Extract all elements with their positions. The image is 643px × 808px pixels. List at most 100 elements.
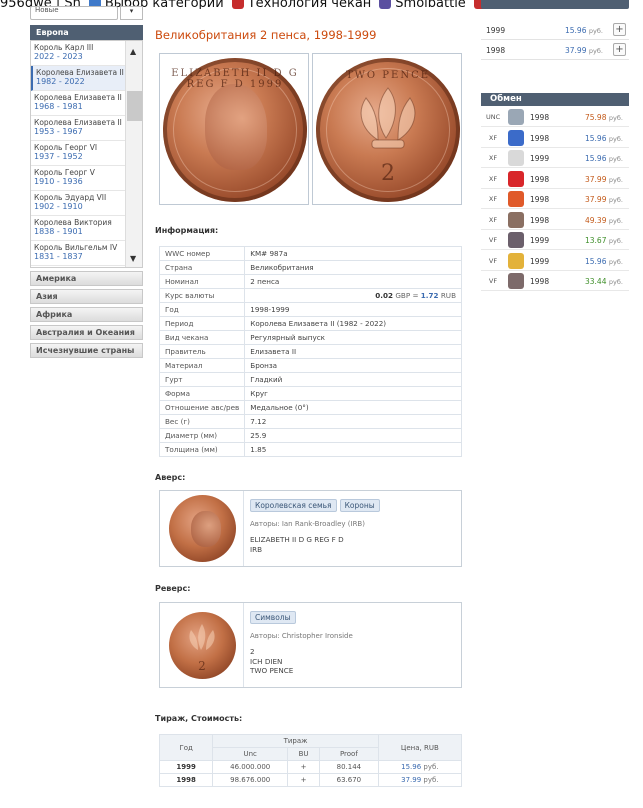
mint-price[interactable]: 37.99 руб. [377, 773, 463, 787]
period-years: 1953 - 1967 [34, 127, 83, 136]
exchange-row[interactable]: UNC 1998 75.98 руб. [481, 107, 629, 127]
period-years: 1902 - 1910 [34, 202, 83, 211]
exchange-price: 33.44 руб. [585, 277, 623, 286]
mint-price[interactable]: 15.96 руб. [377, 760, 463, 774]
exchange-row[interactable]: VF 1999 13.67 руб. [481, 230, 629, 250]
period-list-scrollbar[interactable]: ▲ ▼ [125, 41, 142, 267]
period-item[interactable]: Король Вильгельм IV 1831 - 1837 [31, 241, 125, 266]
reverse-label: Реверс: [155, 584, 191, 593]
region-item[interactable]: Исчезнувшие страны [30, 343, 143, 358]
user-avatar[interactable] [508, 232, 524, 248]
mint-year[interactable]: 1999 [158, 760, 214, 774]
user-avatar[interactable] [508, 170, 524, 187]
info-value: Елизавета II [244, 344, 462, 359]
sort-select[interactable]: Новые [30, 6, 118, 20]
bookmark-2[interactable]: Технология чекан [231, 0, 372, 9]
tag-link[interactable]: Символы [250, 611, 296, 624]
user-avatar[interactable] [508, 273, 524, 289]
user-avatar[interactable] [508, 252, 524, 269]
info-key: Правитель [158, 344, 246, 359]
price-value: 37.99 руб. [565, 46, 603, 55]
sort-select-arrow[interactable]: ▾ [120, 6, 143, 20]
region-europe[interactable]: Европа [30, 25, 143, 40]
exchange-price: 15.96 руб. [585, 256, 623, 266]
period-item[interactable]: Король Эдуард VII 1902 - 1910 [31, 191, 125, 216]
period-item[interactable]: Король Георг VI 1937 - 1952 [31, 141, 125, 166]
period-item[interactable]: Королева Елизавета II 1953 - 1967 [31, 116, 125, 141]
period-years: 1982 - 2022 [36, 77, 85, 86]
bookmark-3[interactable]: Smolbattle [379, 0, 466, 9]
exchange-year: 1999 [530, 236, 550, 245]
period-item[interactable]: Королева Виктория 1838 - 1901 [31, 216, 125, 241]
info-row: WWC номер KM# 987a [158, 246, 462, 261]
period-ruler: Королева Елизавета II [34, 118, 122, 127]
period-years: 1831 - 1837 [34, 252, 83, 261]
exchange-year: 1999 [530, 154, 550, 163]
exchange-year: 1998 [530, 113, 550, 122]
bookmark-label: Технология чекан [247, 0, 372, 9]
info-key: Форма [158, 386, 246, 401]
period-years: 1937 - 1952 [34, 152, 83, 161]
period-item[interactable]: Королева Елизавета II 1968 - 1981 [31, 91, 125, 116]
region-item[interactable]: Америка [30, 271, 143, 286]
mint-year[interactable]: 1998 [158, 773, 214, 787]
info-row: Диаметр (мм) 25.9 [158, 428, 462, 443]
price-year: 1998 [486, 46, 506, 55]
period-ruler: Король Вильгельм IV [34, 243, 118, 252]
info-key: Вес (г) [158, 414, 246, 429]
exchange-row[interactable]: XF 1998 49.39 руб. [481, 210, 629, 230]
coin-obverse-image: ELIZABETH II D G REG F D 1999 [163, 58, 307, 202]
info-key: Страна [158, 260, 246, 275]
tag-link[interactable]: Короны [339, 499, 380, 512]
exchange-row[interactable]: XF 1998 15.96 руб. [481, 128, 629, 148]
period-item[interactable]: Король Георг V 1910 - 1936 [31, 166, 125, 191]
svg-text:2: 2 [381, 161, 395, 186]
col-year: Год [158, 734, 214, 761]
reverse-thumb[interactable]: 2 [169, 612, 236, 679]
grade-badge: XF [488, 215, 498, 224]
exchange-row[interactable]: XF 1999 15.96 руб. [481, 148, 629, 168]
scroll-up-icon[interactable]: ▲ [130, 47, 136, 56]
exchange-row[interactable]: XF 1998 37.99 руб. [481, 169, 629, 189]
grade-badge: XF [488, 195, 498, 203]
info-key: Отношение авс/рев [158, 400, 246, 415]
exchange-row[interactable]: XF 1998 37.99 руб. [481, 189, 629, 209]
exchange-row[interactable]: VF 1999 15.96 руб. [481, 251, 629, 271]
user-avatar[interactable] [508, 109, 524, 125]
region-item[interactable]: Африка [30, 307, 143, 322]
obverse-photo[interactable]: ELIZABETH II D G REG F D 1999 [159, 53, 309, 205]
exchange-price: 49.39 руб. [585, 215, 623, 225]
info-key: Гурт [158, 372, 246, 387]
user-avatar[interactable] [508, 211, 524, 228]
info-value: Великобритания [244, 260, 462, 275]
region-item[interactable]: Австралия и Океания [30, 325, 143, 340]
exchange-year: 1998 [530, 133, 550, 143]
col-bu: BU [287, 747, 321, 761]
scroll-down-icon[interactable]: ▼ [130, 254, 136, 263]
feathers-icon: 2 [360, 87, 416, 186]
obverse-thumb[interactable] [169, 495, 236, 562]
add-to-collection-button[interactable]: + [613, 23, 626, 36]
col-proof: Proof [319, 747, 379, 761]
period-item[interactable]: Король Карл III 2022 - 2023 [31, 41, 125, 66]
user-avatar[interactable] [508, 191, 524, 207]
info-key: Курс валюты [158, 288, 246, 303]
reverse-photo[interactable]: TWO PENCE 2 [312, 53, 462, 205]
add-to-collection-button[interactable]: + [613, 43, 626, 56]
period-ruler: Королева Елизавета II [34, 93, 122, 102]
user-avatar[interactable] [508, 129, 524, 146]
info-key: Год [158, 302, 246, 317]
scroll-thumb[interactable] [127, 91, 142, 121]
exchange-row[interactable]: VF 1998 33.44 руб. [481, 271, 629, 291]
period-item[interactable]: Королева Елизавета II 1982 - 2022 [31, 66, 125, 91]
reverse-legend: 2 ICH DIEN TWO PENCE [250, 647, 294, 675]
reverse-authors: Авторы: Christopher Ironside [250, 632, 353, 640]
info-label: Информация: [155, 226, 219, 235]
info-value: Королева Елизавета II (1982 - 2022) [244, 316, 462, 331]
exchange-price: 15.96 руб. [585, 133, 623, 143]
region-item[interactable]: Азия [30, 289, 143, 304]
info-value: Бронза [244, 358, 462, 373]
user-avatar[interactable] [508, 150, 524, 166]
info-key: Толщина (мм) [158, 442, 246, 457]
tag-link[interactable]: Королевская семья [250, 499, 337, 512]
